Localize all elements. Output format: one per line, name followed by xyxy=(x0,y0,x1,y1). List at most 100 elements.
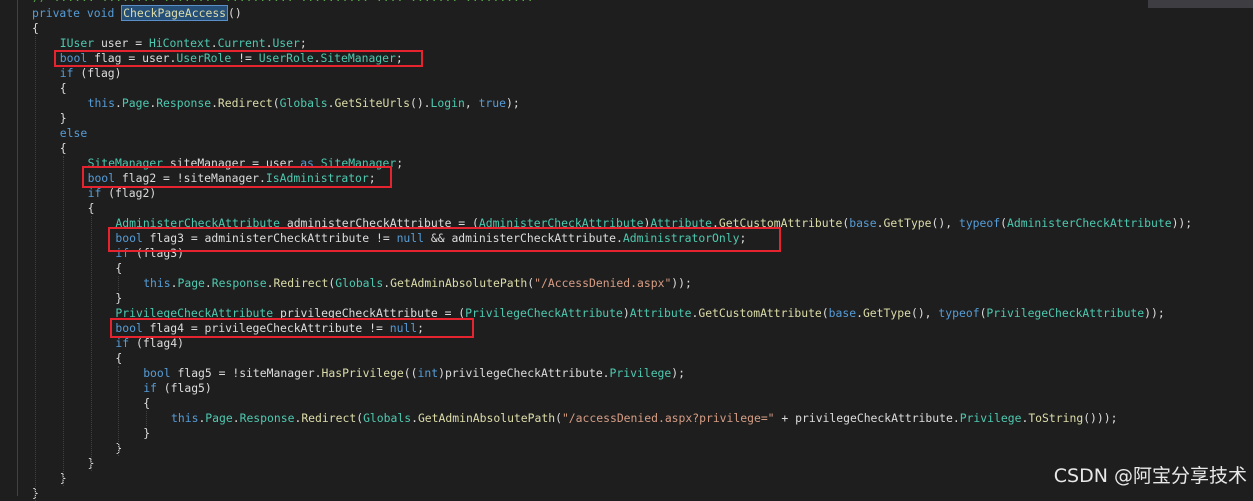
code-token: . xyxy=(876,216,884,230)
code-line[interactable]: } xyxy=(115,291,122,306)
code-token: true xyxy=(478,96,506,110)
code-token: } xyxy=(143,426,151,440)
code-line[interactable]: { xyxy=(32,21,39,36)
code-token: ( xyxy=(555,411,562,425)
code-token: PrivilegeCheckAttribute xyxy=(986,306,1145,320)
code-line[interactable]: if (flag5) xyxy=(143,381,212,396)
code-token: } xyxy=(115,291,123,305)
code-line[interactable]: { xyxy=(88,201,95,216)
horizontal-scrollbar-thumb[interactable] xyxy=(1148,0,1253,8)
code-line[interactable]: } xyxy=(60,111,67,126)
code-token: user = xyxy=(94,36,149,50)
code-token: ; xyxy=(396,156,404,170)
code-token: CheckPageAccess xyxy=(121,5,229,21)
code-token: void xyxy=(86,6,115,20)
code-token: ) xyxy=(622,306,630,320)
watermark: CSDN @阿宝分享技术 xyxy=(1053,465,1247,487)
code-token: Current xyxy=(217,36,266,50)
code-token: GetType xyxy=(883,216,932,230)
gutter-margin xyxy=(17,0,18,496)
code-token: (( xyxy=(403,366,418,380)
code-token: ToString xyxy=(1028,411,1084,425)
code-token: Globals xyxy=(279,96,328,110)
code-token: typeof xyxy=(938,306,980,320)
code-token: . xyxy=(204,276,212,290)
code-token: )privilegeCheckAttribute. xyxy=(438,366,610,380)
code-token: this xyxy=(143,276,171,290)
red-highlight-box-flag3 xyxy=(108,227,781,252)
code-token: Login xyxy=(430,96,465,110)
code-line[interactable]: { xyxy=(60,81,67,96)
code-token: ())); xyxy=(1083,411,1118,425)
code-line[interactable]: else xyxy=(60,126,87,141)
code-token: GetAdminAbsolutePath xyxy=(390,276,528,290)
code-token: Globals xyxy=(363,411,412,425)
code-line[interactable]: IUser user = HiContext.Current.User; xyxy=(60,36,307,51)
code-line[interactable]: bool flag5 = !siteManager.HasPrivilege((… xyxy=(143,366,685,381)
code-token: AdministerCheckAttribute xyxy=(1006,216,1172,230)
code-token: { xyxy=(143,396,151,410)
code-token: { xyxy=(59,81,67,95)
code-token: () xyxy=(228,6,242,20)
code-line[interactable]: this.Page.Response.Redirect(Globals.GetS… xyxy=(88,96,520,111)
code-line[interactable]: } xyxy=(143,426,150,441)
code-editor[interactable]: // ...... ........ ........ .......... .… xyxy=(0,0,1253,501)
code-line[interactable]: if (flag2) xyxy=(88,186,157,201)
code-token: Redirect xyxy=(273,276,329,290)
code-token: Redirect xyxy=(217,96,273,110)
code-token: ( xyxy=(272,96,280,110)
code-token: if xyxy=(143,381,157,395)
code-token: . xyxy=(266,276,274,290)
indent-guide xyxy=(62,156,64,486)
code-token: this xyxy=(171,411,199,425)
code-token: } xyxy=(59,111,67,125)
code-token: GetSiteUrls xyxy=(334,96,410,110)
red-highlight-box-flag2 xyxy=(82,166,392,188)
code-token: base xyxy=(828,306,857,320)
code-token: Redirect xyxy=(301,411,357,425)
code-token: Response xyxy=(211,276,267,290)
code-token: this xyxy=(87,96,116,110)
code-token: Privilege xyxy=(609,366,672,380)
code-line[interactable]: { xyxy=(115,351,122,366)
code-token: )); xyxy=(1144,306,1165,320)
code-token: Attribute xyxy=(629,306,692,320)
code-token: (). xyxy=(409,96,431,110)
code-token: . xyxy=(211,96,218,110)
code-token: . xyxy=(327,96,335,110)
truncated-comment: // ...... ........ ........ .......... .… xyxy=(33,0,534,5)
code-line[interactable]: this.Page.Response.Redirect(Globals.GetA… xyxy=(171,411,1117,426)
code-token: Response xyxy=(156,96,212,110)
code-line[interactable]: { xyxy=(115,261,122,276)
code-token: HasPrivilege xyxy=(321,366,404,380)
code-line[interactable]: this.Page.Response.Redirect(Globals.GetA… xyxy=(143,276,692,291)
code-token: User xyxy=(272,36,300,50)
code-token: { xyxy=(32,21,39,35)
code-token: base xyxy=(849,216,877,230)
code-token: bool xyxy=(143,366,171,380)
code-token: Page xyxy=(177,276,205,290)
code-line[interactable]: { xyxy=(60,141,67,156)
code-line[interactable]: if (flag) xyxy=(60,66,122,81)
code-token: { xyxy=(115,351,123,365)
code-line[interactable]: private void CheckPageAccess() xyxy=(32,5,242,21)
code-token: if xyxy=(87,186,102,200)
code-token: IUser xyxy=(59,36,95,50)
code-token: ); xyxy=(671,366,685,380)
code-token: GetCustomAttribute xyxy=(698,306,822,320)
code-token: { xyxy=(115,261,123,275)
code-token: . xyxy=(232,411,240,425)
code-token: typeof xyxy=(958,216,1001,230)
code-token: private xyxy=(32,6,81,20)
indent-guide xyxy=(90,216,92,471)
code-line[interactable]: { xyxy=(143,396,150,411)
code-token: GetType xyxy=(862,306,911,320)
code-line[interactable]: if (flag4) xyxy=(115,336,184,351)
code-token: + privilegeCheckAttribute. xyxy=(774,411,960,425)
code-token: HiContext xyxy=(148,36,211,50)
code-token: , xyxy=(464,96,479,110)
code-token: (), xyxy=(931,216,959,230)
code-token: ); xyxy=(506,96,520,110)
indent-guide xyxy=(118,276,120,291)
